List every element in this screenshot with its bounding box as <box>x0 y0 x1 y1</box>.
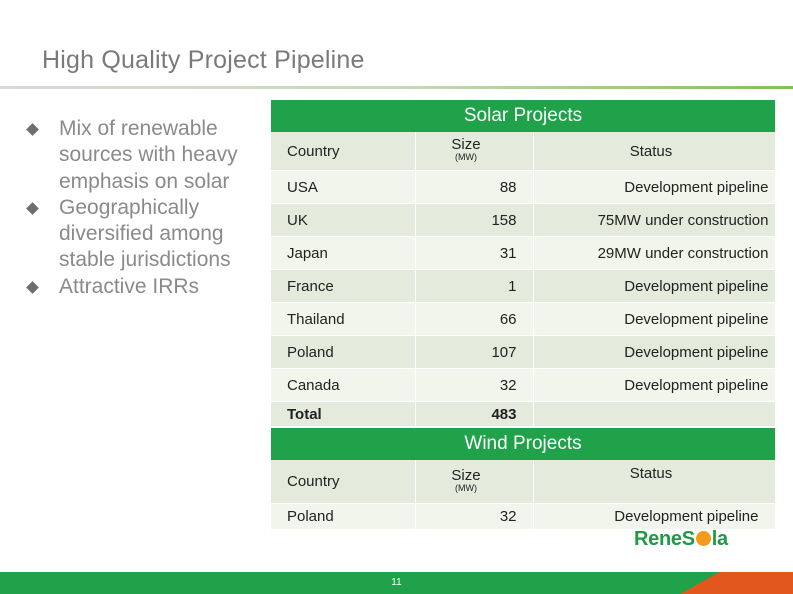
size-cell: 88 <box>415 170 534 204</box>
projects-table: Solar Projects Country Size (MW) Status U… <box>271 100 776 530</box>
table-row: Canada 32 Development pipeline <box>271 368 776 402</box>
bullet-text: Geographically diversified among stable … <box>59 195 231 272</box>
status-cell: Development pipeline <box>533 269 776 303</box>
table-row: France 1 Development pipeline <box>271 269 776 303</box>
size-cell: 66 <box>415 302 534 336</box>
wind-header-row: Country Size (MW) Status <box>271 460 776 504</box>
header-status: Status <box>533 460 776 504</box>
table-row: Thailand 66 Development pipeline <box>271 302 776 336</box>
size-cell: 32 <box>415 503 534 530</box>
size-cell: 32 <box>415 368 534 402</box>
diamond-bullet-icon <box>26 202 39 215</box>
total-label: Total <box>271 401 416 427</box>
total-row: Total 483 <box>271 401 776 427</box>
diamond-bullet-icon <box>26 280 39 294</box>
status-cell: Development pipeline <box>533 302 776 336</box>
table-row: Poland 32 Development pipeline <box>271 503 776 530</box>
renesola-logo: ReneS la <box>634 528 728 550</box>
size-cell: 158 <box>415 203 534 237</box>
header-size-unit: (MW) <box>455 152 477 162</box>
solar-header-row: Country Size (MW) Status <box>271 132 776 171</box>
bullet-list: Mix of renewable sources with heavy emph… <box>24 116 259 300</box>
page-number: 11 <box>391 577 402 588</box>
title-divider <box>0 86 793 89</box>
country-cell: Poland <box>271 503 416 530</box>
status-cell: 29MW under construction <box>533 236 776 270</box>
table-row: Japan 31 29MW under construction <box>271 236 776 270</box>
header-size: Size (MW) <box>415 460 534 504</box>
status-cell: Development pipeline <box>533 503 776 530</box>
table-row: USA 88 Development pipeline <box>271 170 776 204</box>
size-cell: 31 <box>415 236 534 270</box>
status-cell: 75MW under construction <box>533 203 776 237</box>
country-cell: USA <box>271 170 416 204</box>
header-size-label: Size <box>451 466 481 484</box>
slide-title: High Quality Project Pipeline <box>42 46 365 74</box>
solar-table: Country Size (MW) Status USA 88 Developme… <box>271 132 776 427</box>
country-cell: Canada <box>271 368 416 402</box>
header-country: Country <box>271 460 416 504</box>
country-cell: France <box>271 269 416 303</box>
wind-projects-heading: Wind Projects <box>271 428 775 460</box>
country-cell: UK <box>271 203 416 237</box>
bullet-text: Attractive IRRs <box>59 274 200 298</box>
sun-icon <box>695 531 711 546</box>
total-value: 483 <box>415 401 534 427</box>
status-cell: Development pipeline <box>533 170 776 204</box>
country-cell: Thailand <box>271 302 416 336</box>
table-row: Poland 107 Development pipeline <box>271 335 776 369</box>
status-cell: Development pipeline <box>533 335 776 369</box>
wind-table: Country Size (MW) Status Poland 32 Develo… <box>271 460 776 530</box>
bullet-text: Mix of renewable sources with heavy emph… <box>59 117 238 193</box>
bullet-item: Mix of renewable sources with heavy emph… <box>24 116 259 195</box>
total-status-empty <box>533 401 776 427</box>
bullet-item: Geographically diversified among stable … <box>24 195 259 274</box>
header-country: Country <box>271 132 416 171</box>
country-cell: Poland <box>271 335 416 369</box>
solar-projects-heading: Solar Projects <box>271 100 775 132</box>
status-cell: Development pipeline <box>533 368 776 402</box>
size-cell: 1 <box>415 269 534 303</box>
header-size-unit: (MW) <box>455 482 477 493</box>
header-size: Size (MW) <box>415 132 534 171</box>
header-status: Status <box>533 132 776 171</box>
diamond-bullet-icon <box>26 123 39 136</box>
bullet-item: Attractive IRRs <box>24 274 259 300</box>
country-cell: Japan <box>271 236 416 270</box>
table-row: UK 158 75MW under construction <box>271 203 776 237</box>
size-cell: 107 <box>415 335 534 369</box>
